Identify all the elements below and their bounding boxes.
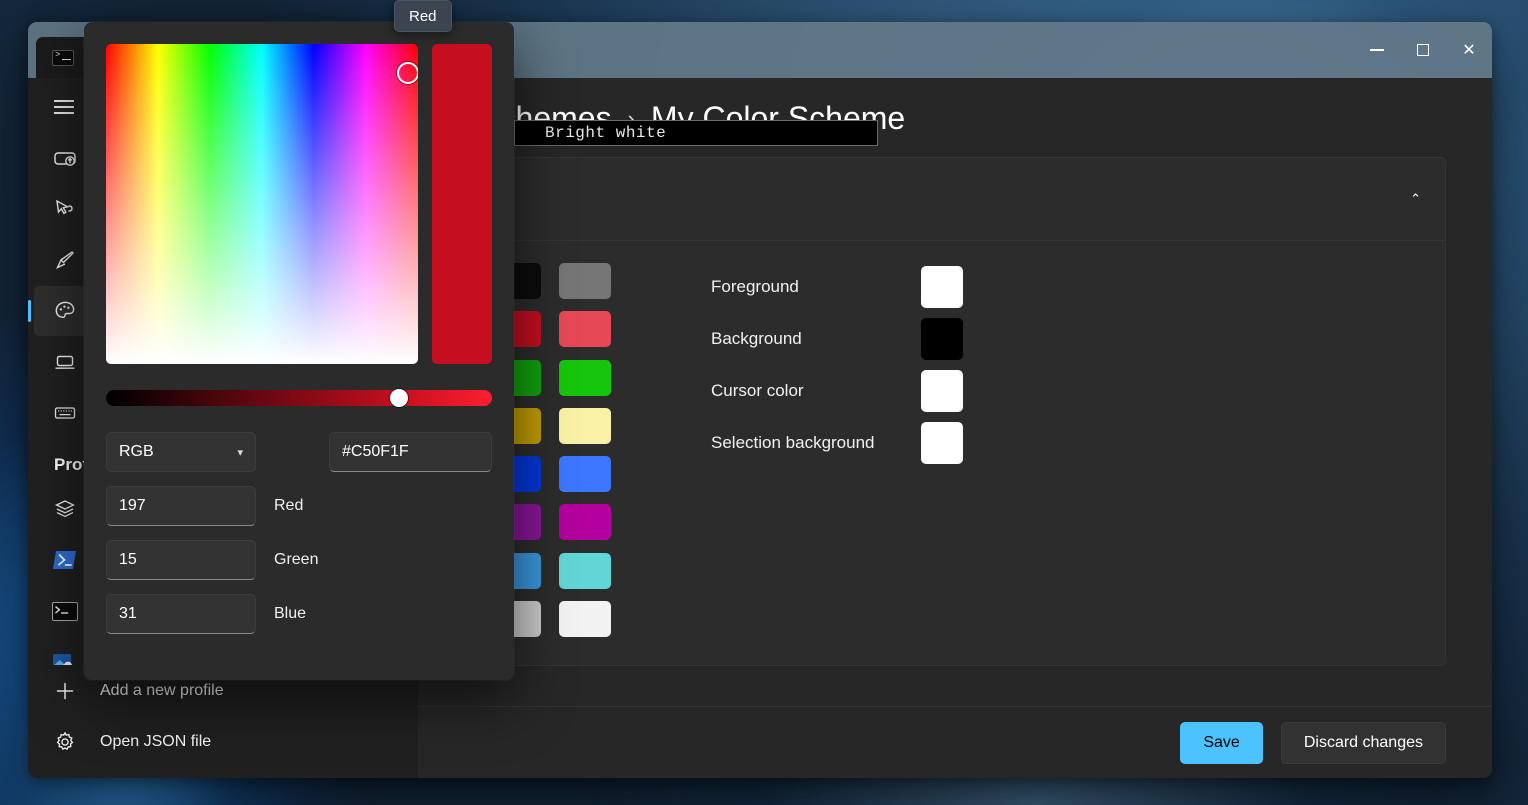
property-row: Cursor color: [711, 370, 963, 412]
powershell-icon: [52, 547, 78, 573]
property-label: Cursor color: [711, 381, 804, 400]
color-swatch[interactable]: [559, 359, 611, 396]
property-color-swatch[interactable]: [921, 422, 963, 464]
actions-keyboard-icon: [52, 400, 78, 426]
color-swatch[interactable]: [559, 456, 611, 492]
plus-icon: [52, 678, 78, 704]
value-slider[interactable]: [106, 389, 492, 407]
settings-content: ⌃ Foreground Background Cursor color Sel…: [418, 137, 1492, 706]
property-label: Foreground: [711, 277, 799, 296]
expander-header[interactable]: ⌃: [465, 158, 1445, 240]
close-window-button[interactable]: ✕: [1446, 22, 1492, 78]
property-row: Selection background: [711, 422, 963, 464]
color-model-value: RGB: [119, 443, 154, 460]
spectrum-selector-ring[interactable]: [397, 61, 418, 84]
terminal-icon: [52, 49, 74, 66]
expander-body: Foreground Background Cursor color Selec…: [465, 240, 1445, 665]
command-prompt-icon: [52, 598, 78, 624]
discard-changes-button[interactable]: Discard changes: [1280, 721, 1446, 764]
rendering-laptop-icon: [52, 349, 78, 375]
red-label: Red: [274, 497, 304, 514]
blue-input[interactable]: 31: [106, 594, 256, 634]
defaults-layers-icon: [52, 496, 78, 522]
red-input[interactable]: 197: [106, 486, 256, 526]
property-row: Background: [711, 318, 963, 360]
color-model-select[interactable]: RGB ▾: [106, 432, 256, 472]
save-button[interactable]: Save: [1180, 721, 1263, 764]
green-label: Green: [274, 551, 319, 568]
green-channel-row: 15 Green: [106, 540, 492, 580]
tooltip: Red: [394, 0, 452, 32]
blue-channel-row: 31 Blue: [106, 594, 492, 634]
minimize-button[interactable]: [1354, 22, 1400, 78]
hex-input[interactable]: #C50F1F: [329, 432, 492, 472]
color-scheme-expander: ⌃ Foreground Background Cursor color Sel…: [464, 157, 1446, 666]
property-color-swatch[interactable]: [921, 266, 963, 308]
settings-main: r schemes › My Color Scheme ⌃ Foreground…: [418, 78, 1492, 778]
color-swatch[interactable]: [559, 311, 611, 348]
color-properties-list: Foreground Background Cursor color Selec…: [711, 263, 963, 639]
open-json-file-label: Open JSON file: [100, 733, 212, 750]
window-controls: ✕: [1354, 22, 1492, 78]
property-color-swatch[interactable]: [921, 318, 963, 360]
red-channel-row: 197 Red: [106, 486, 492, 526]
color-picker-flyout: RGB ▾ #C50F1F 197 Red 15 Green 31 Blue: [84, 22, 514, 680]
terminal-preview-label: Bright white: [514, 120, 878, 146]
color-swatch[interactable]: [559, 552, 611, 589]
open-json-file-button[interactable]: Open JSON file: [34, 717, 412, 767]
chevron-up-icon[interactable]: ⌃: [1410, 191, 1421, 207]
add-new-profile-label: Add a new profile: [100, 682, 224, 699]
color-swatch[interactable]: [559, 504, 611, 541]
color-preview-swatch: [431, 44, 492, 364]
maximize-icon: [1417, 44, 1429, 56]
interaction-icon: [52, 196, 78, 222]
gear-icon: [52, 729, 78, 755]
slider-thumb[interactable]: [390, 389, 409, 407]
minimize-icon: [1370, 49, 1384, 51]
color-swatch[interactable]: [559, 600, 611, 637]
picker-top-row: [106, 44, 492, 364]
azure-cloud-shell-icon: [52, 649, 78, 665]
startup-icon: [52, 145, 78, 171]
appearance-brush-icon: [52, 247, 78, 273]
green-input[interactable]: 15: [106, 540, 256, 580]
color-swatch[interactable]: [559, 263, 611, 299]
color-spectrum-area[interactable]: [106, 44, 418, 364]
property-label: Selection background: [711, 433, 875, 452]
sidebar-footer: Add a new profile Open JSON file: [28, 665, 418, 778]
color-swatch[interactable]: [559, 407, 611, 444]
mode-and-hex-row: RGB ▾ #C50F1F: [106, 432, 492, 472]
chevron-down-icon: ▾: [237, 446, 243, 459]
property-row: Foreground: [711, 266, 963, 308]
settings-footer: Save Discard changes: [418, 706, 1492, 778]
maximize-button[interactable]: [1400, 22, 1446, 78]
property-color-swatch[interactable]: [921, 370, 963, 412]
property-label: Background: [711, 329, 802, 348]
blue-label: Blue: [274, 605, 307, 622]
hamburger-icon: [54, 106, 74, 108]
color-schemes-palette-icon: [52, 298, 78, 324]
picker-fields: RGB ▾ #C50F1F 197 Red 15 Green 31 Blue: [106, 432, 492, 634]
